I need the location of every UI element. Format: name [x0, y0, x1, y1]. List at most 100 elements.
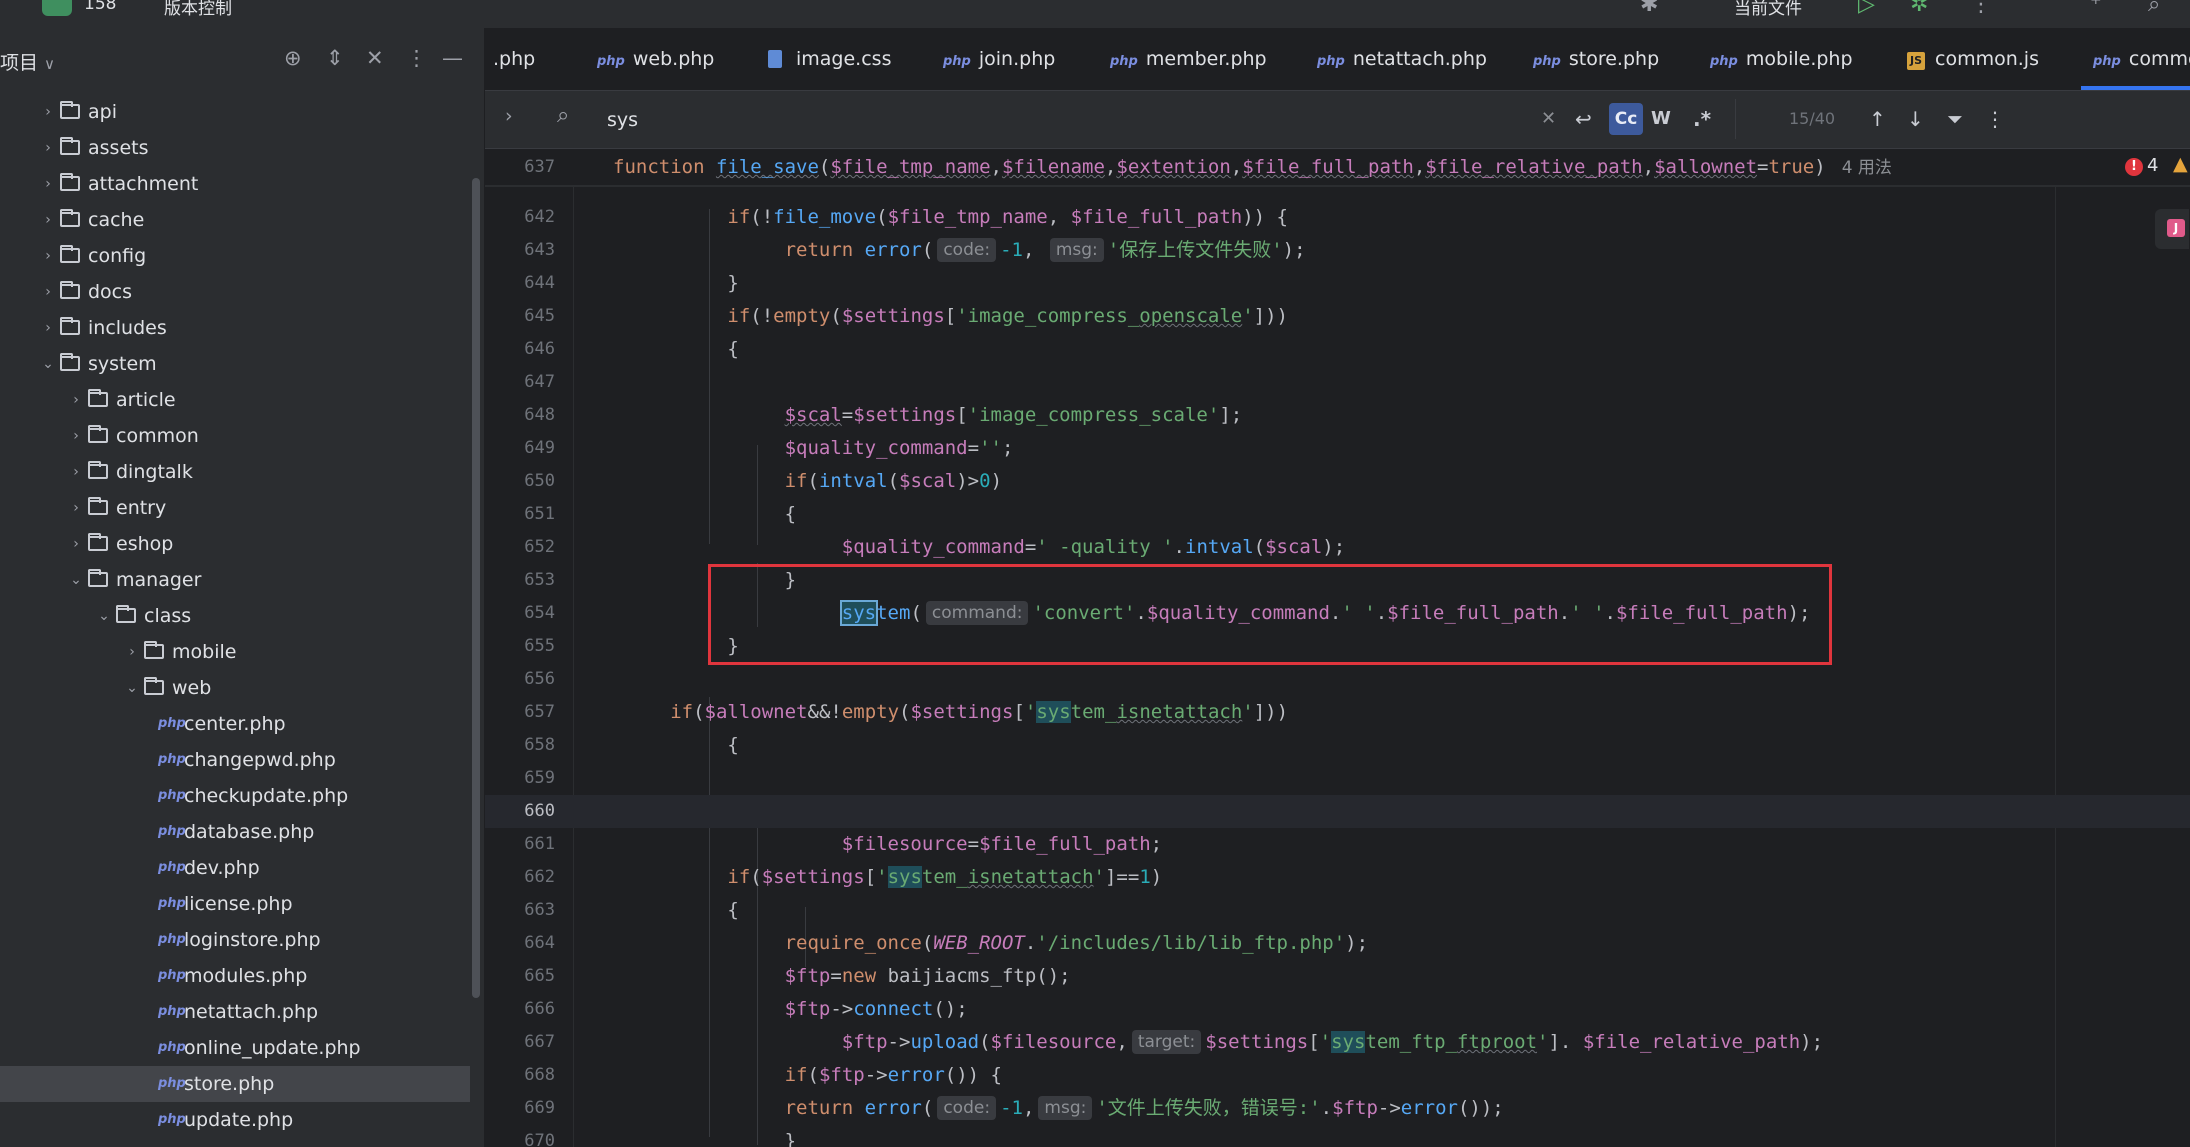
- chevron-right-icon[interactable]: ›: [40, 94, 56, 130]
- tree-folder-common[interactable]: › common: [0, 418, 470, 454]
- debug-bug-icon[interactable]: ✱: [1640, 0, 1658, 17]
- code-line[interactable]: 646 {: [485, 333, 2190, 366]
- code-line[interactable]: 650 if(intval($scal)>0): [485, 465, 2190, 498]
- search-input[interactable]: [605, 103, 1009, 137]
- chevron-right-icon[interactable]: ›: [68, 490, 84, 526]
- debug-icon[interactable]: ✲: [1910, 0, 1928, 17]
- clear-search-icon[interactable]: ✕: [1541, 103, 1556, 135]
- tree-file-store.php[interactable]: php store.php: [0, 1066, 470, 1102]
- ai-assistant-icon[interactable]: J: [2155, 209, 2189, 249]
- options-icon[interactable]: ⋮: [406, 46, 427, 70]
- chevron-down-icon[interactable]: ⌄: [96, 598, 112, 634]
- code-line[interactable]: 652 $quality_command=' -quality '.intval…: [485, 531, 2190, 564]
- chevron-right-icon[interactable]: ›: [68, 382, 84, 418]
- code-line[interactable]: 657 if($allownet&&!empty($settings['syst…: [485, 696, 2190, 729]
- tab-image.css[interactable]: image.css: [768, 28, 891, 90]
- tree-file-database.php[interactable]: php database.php: [0, 814, 470, 850]
- tree-file-checkupdate.php[interactable]: php checkupdate.php: [0, 778, 470, 814]
- chevron-right-icon[interactable]: ›: [124, 634, 140, 670]
- expand-all-icon[interactable]: ⇕: [326, 46, 344, 70]
- previous-match-icon[interactable]: ↑: [1869, 103, 1886, 135]
- regex-toggle[interactable]: .*: [1693, 103, 1711, 135]
- code-line[interactable]: 666 $ftp->connect();: [485, 993, 2190, 1026]
- tree-file-online_update.php[interactable]: php online_update.php: [0, 1030, 470, 1066]
- more-icon[interactable]: ⋮: [1970, 0, 1992, 17]
- code-line[interactable]: 667 $ftp->upload($filesource, target: $set…: [485, 1026, 2190, 1059]
- tree-folder-docs[interactable]: › docs: [0, 274, 470, 310]
- search-options-icon[interactable]: ⋮: [1985, 103, 2005, 135]
- next-match-icon[interactable]: ↓: [1907, 103, 1924, 135]
- code-line[interactable]: 663 {: [485, 894, 2190, 927]
- tree-folder-mobile[interactable]: › mobile: [0, 634, 470, 670]
- tree-folder-entry[interactable]: › entry: [0, 490, 470, 526]
- code-line[interactable]: 665 $ftp=new baijiacms_ftp();: [485, 960, 2190, 993]
- toggle-replace-icon[interactable]: ›: [505, 105, 513, 127]
- search-everywhere-icon[interactable]: ⌕: [2148, 0, 2160, 17]
- code-line[interactable]: 662 if($settings['system_isnetattach']==…: [485, 861, 2190, 894]
- usages-hint[interactable]: 4 用法: [1842, 158, 1892, 178]
- chevron-down-icon[interactable]: ⌄: [68, 562, 84, 598]
- add-user-icon[interactable]: ⁺: [2090, 0, 2102, 17]
- code-line[interactable]: 648 $scal=$settings['image_compress_scal…: [485, 399, 2190, 432]
- tree-folder-api[interactable]: › api: [0, 94, 470, 130]
- search-history-icon[interactable]: ⌕: [557, 103, 569, 128]
- code-line[interactable]: 647: [485, 366, 2190, 399]
- sticky-line[interactable]: 637 function file_save($file_tmp_name,$fi…: [485, 149, 2190, 187]
- vcs-menu[interactable]: 版本控制: [164, 0, 232, 19]
- tree-folder-dingtalk[interactable]: › dingtalk: [0, 454, 470, 490]
- code-line[interactable]: 658 {: [485, 729, 2190, 762]
- code-line[interactable]: 645 if(!empty($settings['image_compress_…: [485, 300, 2190, 333]
- chevron-right-icon[interactable]: ›: [40, 238, 56, 274]
- tree-file-modules.php[interactable]: php modules.php: [0, 958, 470, 994]
- code-line[interactable]: 669 return error(code: -1, msg: '文件上传失败，错误号…: [485, 1092, 2190, 1125]
- run-icon[interactable]: ▷: [1858, 0, 1875, 17]
- sidebar-scrollbar[interactable]: [472, 178, 480, 998]
- code-line[interactable]: 661 $filesource=$file_full_path;: [485, 828, 2190, 861]
- chevron-right-icon[interactable]: ›: [40, 310, 56, 346]
- project-name[interactable]: 158: [84, 0, 116, 14]
- run-config-selector[interactable]: 当前文件: [1734, 0, 1802, 19]
- new-line-icon[interactable]: ↩: [1575, 103, 1592, 135]
- code-line[interactable]: 644 }: [485, 267, 2190, 300]
- code-line[interactable]: 659: [485, 762, 2190, 795]
- tree-folder-assets[interactable]: › assets: [0, 130, 470, 166]
- tree-folder-article[interactable]: › article: [0, 382, 470, 418]
- tree-file-netattach.php[interactable]: php netattach.php: [0, 994, 470, 1030]
- code-line[interactable]: 643 return error(code: -1, msg: '保存上传文件失败'…: [485, 234, 2190, 267]
- tab-netattach.php[interactable]: php netattach.php: [1317, 28, 1487, 90]
- tree-file-center.php[interactable]: php center.php: [0, 706, 470, 742]
- tree-file-update.php[interactable]: php update.php: [0, 1102, 470, 1138]
- project-badge[interactable]: [42, 0, 72, 16]
- code-editor[interactable]: 637 function file_save($file_tmp_name,$fi…: [485, 149, 2190, 1147]
- collapse-all-icon[interactable]: ✕: [366, 46, 384, 70]
- project-view-selector[interactable]: 项目 ∨: [0, 48, 55, 75]
- tab-web.php[interactable]: php web.php: [597, 28, 714, 90]
- code-line[interactable]: 642 if(!file_move($file_tmp_name, $file_…: [485, 201, 2190, 234]
- tree-folder-web[interactable]: ⌄ web: [0, 670, 470, 706]
- code-line[interactable]: 664 require_once(WEB_ROOT.'/includes/lib…: [485, 927, 2190, 960]
- tab-mobile.php[interactable]: php mobile.php: [1710, 28, 1853, 90]
- tree-folder-attachment[interactable]: › attachment: [0, 166, 470, 202]
- tab-common.js[interactable]: JS common.js: [1907, 28, 2039, 90]
- tab-store.php[interactable]: php store.php: [1533, 28, 1659, 90]
- tree-file-license.php[interactable]: php license.php: [0, 886, 470, 922]
- chevron-right-icon[interactable]: ›: [68, 418, 84, 454]
- tree-folder-system[interactable]: ⌄ system: [0, 346, 470, 382]
- chevron-right-icon[interactable]: ›: [40, 202, 56, 238]
- code-line[interactable]: 649 $quality_command='';: [485, 432, 2190, 465]
- tab-member.php[interactable]: php member.php: [1110, 28, 1267, 90]
- filter-icon[interactable]: ⏷: [1947, 103, 1963, 135]
- tab-join.php[interactable]: php join.php: [943, 28, 1055, 90]
- tree-folder-class[interactable]: ⌄ class: [0, 598, 470, 634]
- tree-file-changepwd.php[interactable]: php changepwd.php: [0, 742, 470, 778]
- code-line[interactable]: 651 {: [485, 498, 2190, 531]
- tree-folder-includes[interactable]: › includes: [0, 310, 470, 346]
- tree-folder-manager[interactable]: ⌄ manager: [0, 562, 470, 598]
- code-line[interactable]: 668 if($ftp->error()) {: [485, 1059, 2190, 1092]
- code-line[interactable]: 656: [485, 663, 2190, 696]
- code-line-current[interactable]: 660: [485, 795, 2190, 828]
- chevron-right-icon[interactable]: ›: [40, 166, 56, 202]
- chevron-down-icon[interactable]: ⌄: [124, 670, 140, 706]
- tree-folder-eshop[interactable]: › eshop: [0, 526, 470, 562]
- warning-icon[interactable]: ▲: [2173, 153, 2188, 175]
